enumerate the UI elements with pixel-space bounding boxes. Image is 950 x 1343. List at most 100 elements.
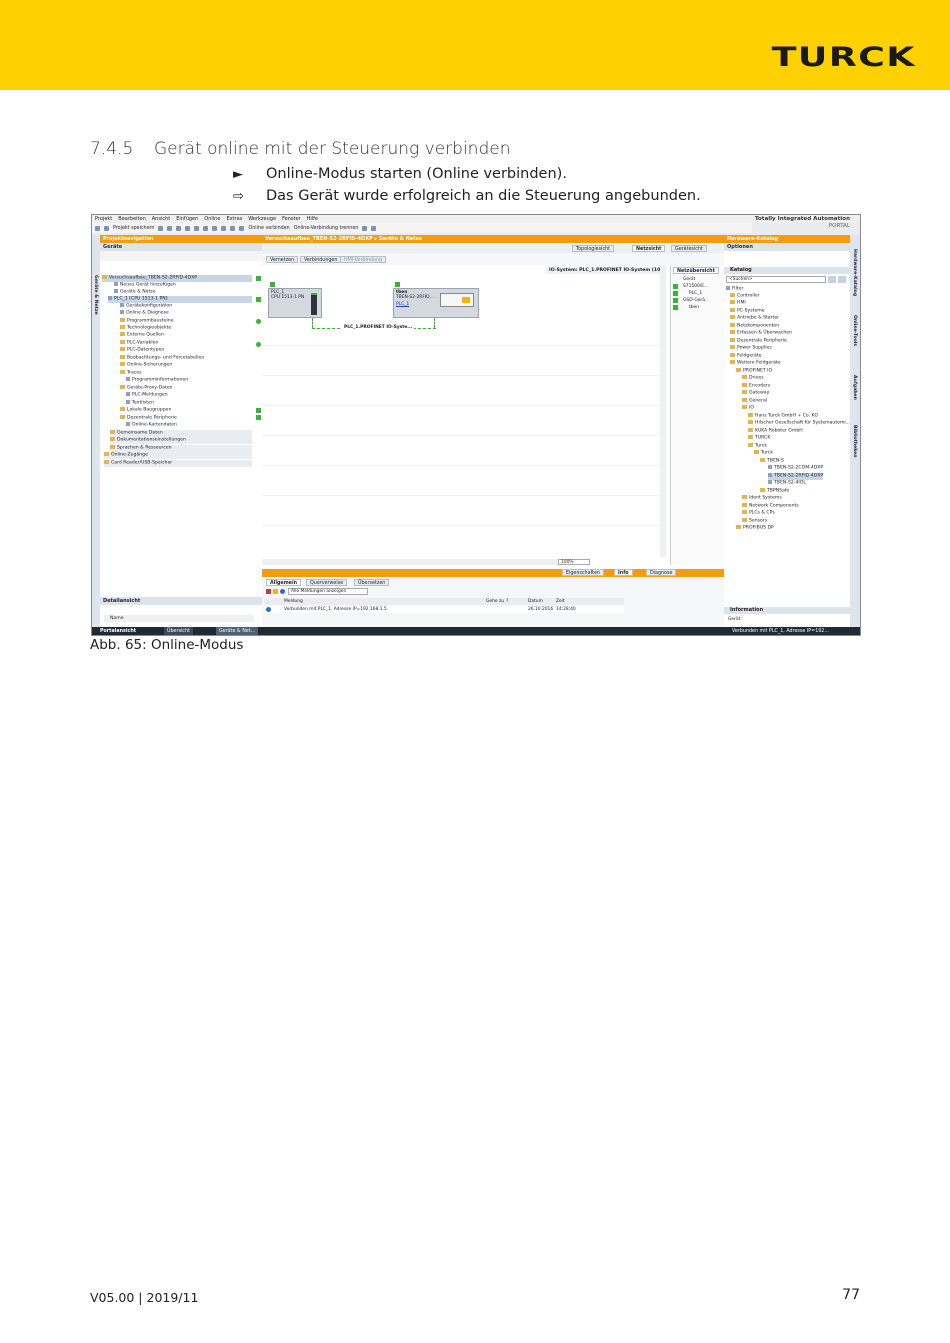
menu-ansicht[interactable]: Ansicht bbox=[152, 216, 170, 222]
tree-item-plc-datatypes[interactable]: PLC-Datentypen bbox=[120, 347, 164, 354]
open-project-icon[interactable] bbox=[104, 225, 109, 231]
subtab-translate[interactable]: Übersetzen bbox=[354, 579, 390, 586]
catalog-search[interactable]: <Suchen> bbox=[726, 276, 826, 283]
warning-filter-icon[interactable] bbox=[273, 589, 278, 594]
tree-item-program-blocks[interactable]: Programmbausteine bbox=[120, 318, 174, 325]
subtab-general[interactable]: Allgemein bbox=[266, 579, 301, 586]
catalog-item[interactable]: General bbox=[742, 398, 767, 405]
simulation-icon[interactable] bbox=[239, 225, 245, 231]
menu-projekt[interactable]: Projekt bbox=[95, 216, 112, 222]
tree-item-text-lists[interactable]: Textlisten bbox=[126, 400, 154, 407]
menu-werkzeuge[interactable]: Werkzeuge bbox=[248, 216, 276, 222]
catalog-item[interactable]: KUKA Roboter GmbH bbox=[748, 428, 803, 435]
catalog-item[interactable]: Feldgeräte bbox=[730, 353, 761, 360]
tree-item-device-config[interactable]: Gerätekonfiguration bbox=[120, 303, 172, 310]
net-row[interactable]: GSD-Gerä... bbox=[683, 298, 709, 303]
tree-item-online-access[interactable]: Online-Zugänge bbox=[104, 452, 252, 459]
connections-tool[interactable]: Verbindungen bbox=[300, 256, 342, 263]
editor-hscrollbar[interactable] bbox=[262, 559, 562, 565]
side-tab-tasks[interactable]: Aufgaben bbox=[852, 375, 857, 400]
tree-item-plc-tags[interactable]: PLC-Variablen bbox=[120, 340, 158, 347]
tree-item-technology-objects[interactable]: Technologieobjekte bbox=[120, 325, 171, 332]
catalog-item[interactable]: PLCs & CPs bbox=[742, 510, 775, 517]
plc-device[interactable]: PLC_1 CPU 1513-1 PN bbox=[268, 288, 322, 318]
catalog-item[interactable]: Ident Systems bbox=[742, 495, 782, 502]
tab-device[interactable]: Gerätesicht bbox=[671, 245, 707, 252]
side-tab-online-tools[interactable]: Online-Tools bbox=[852, 315, 857, 346]
catalog-item[interactable]: Encoders bbox=[742, 383, 770, 390]
tree-item-watch-tables[interactable]: Beobachtungs- und Forcetabellen bbox=[120, 355, 204, 362]
compile-icon[interactable] bbox=[212, 225, 218, 231]
cross-reference-icon[interactable] bbox=[371, 225, 377, 231]
catalog-item[interactable]: Power Supplies bbox=[730, 345, 772, 352]
tab-topology[interactable]: Topologiesicht bbox=[572, 245, 615, 252]
catalog-item[interactable]: TBPNSafe bbox=[760, 488, 789, 495]
tab-network[interactable]: Netzsicht bbox=[632, 245, 666, 252]
tree-item-project[interactable]: Versuchsaufbau_TBEN-S2-2RFID-4DXP bbox=[102, 275, 252, 282]
menu-online[interactable]: Online bbox=[204, 216, 220, 222]
catalog-item[interactable]: Hilscher Gesellschaft für Systemautomi..… bbox=[748, 420, 850, 427]
catalog-item[interactable]: Antriebe & Starter bbox=[730, 315, 779, 322]
menu-extras[interactable]: Extras bbox=[226, 216, 242, 222]
side-tab-devices[interactable]: Geräte & Netze bbox=[93, 275, 98, 315]
paste-icon[interactable] bbox=[176, 225, 182, 231]
info-filter-icon[interactable] bbox=[280, 589, 285, 594]
tben-device[interactable]: tben TBEN-S2-2RFID... PLC_1 bbox=[393, 288, 479, 318]
catalog-item[interactable]: TBEN-S bbox=[760, 458, 784, 465]
catalog-item[interactable]: Turck bbox=[748, 443, 767, 450]
tree-item-languages[interactable]: Sprachen & Ressourcen bbox=[110, 445, 252, 452]
side-tab-hardware-catalog[interactable]: Hardware-Katalog bbox=[852, 249, 857, 296]
catalog-item[interactable]: Netzkomponenten bbox=[730, 323, 779, 330]
side-tab-libraries[interactable]: Bibliotheken bbox=[852, 425, 857, 458]
copy-icon[interactable] bbox=[167, 225, 173, 231]
save-project-button[interactable]: Projekt speichern bbox=[113, 226, 154, 231]
menu-bearbeiten[interactable]: Bearbeiten bbox=[118, 216, 145, 222]
catalog-item[interactable]: Erfassen & Überwachen bbox=[730, 330, 792, 337]
tab-properties[interactable]: Eigenschaften bbox=[562, 569, 604, 576]
tree-item-plc[interactable]: PLC_1 [CPU 1513-1 PN] bbox=[108, 296, 252, 303]
subtab-cross-refs[interactable]: Querverweise bbox=[306, 579, 348, 586]
catalog-item[interactable]: Network Components bbox=[742, 503, 799, 510]
tree-item-add-device[interactable]: Neues Gerät hinzufügen bbox=[114, 282, 176, 289]
catalog-item[interactable]: HMI bbox=[730, 300, 746, 307]
catalog-item[interactable]: PROFIBUS DP bbox=[736, 525, 774, 532]
tree-item-doc-settings[interactable]: Dokumentationseinstellungen bbox=[110, 437, 252, 444]
menu-fenster[interactable]: Fenster bbox=[282, 216, 301, 222]
catalog-item[interactable]: Hans Turck GmbH + Co. KG bbox=[748, 413, 818, 420]
detail-view-header[interactable]: Detailansicht bbox=[100, 597, 262, 605]
catalog-item[interactable]: PC-Systeme bbox=[730, 308, 765, 315]
tab-info[interactable]: Info bbox=[614, 569, 633, 576]
cut-icon[interactable] bbox=[158, 225, 164, 231]
tree-item-online-card-data[interactable]: Online-Kartendaten bbox=[126, 422, 177, 429]
new-project-icon[interactable] bbox=[95, 225, 100, 231]
tben-plc-link[interactable]: PLC_1 bbox=[396, 302, 409, 307]
catalog-item[interactable]: IO bbox=[742, 405, 754, 412]
menu-einfuegen[interactable]: Einfügen bbox=[176, 216, 198, 222]
search-next-icon[interactable] bbox=[828, 276, 836, 283]
delete-icon[interactable] bbox=[185, 225, 191, 231]
catalog-item[interactable]: TURCK bbox=[748, 435, 770, 442]
tree-item-local-modules[interactable]: Lokale Baugruppen bbox=[120, 407, 171, 414]
tree-item-devices-networks[interactable]: Geräte & Netze bbox=[114, 289, 156, 296]
message-filter-select[interactable]: Alle Meldungen anzeigen bbox=[288, 588, 368, 595]
catalog-item[interactable]: TBEN-S2-4IOL bbox=[768, 480, 806, 487]
menu-hilfe[interactable]: Hilfe bbox=[307, 216, 318, 222]
catalog-item[interactable]: Drives bbox=[742, 375, 764, 382]
catalog-item[interactable]: Gateway bbox=[742, 390, 769, 397]
overview-button[interactable]: Übersicht bbox=[164, 627, 193, 635]
net-row[interactable]: PLC_1 bbox=[689, 291, 702, 296]
download-icon[interactable] bbox=[221, 225, 227, 231]
tree-item-online-diagnosis[interactable]: Online & Diagnose bbox=[120, 310, 169, 317]
error-filter-icon[interactable] bbox=[266, 589, 271, 594]
upload-icon[interactable] bbox=[230, 225, 236, 231]
message-row[interactable]: Verbunden mit PLC_1, Adresse IP=192.168.… bbox=[264, 606, 624, 613]
undo-icon[interactable] bbox=[194, 225, 200, 231]
tree-item-traces[interactable]: Traces bbox=[120, 370, 142, 377]
catalog-item[interactable]: Turck bbox=[754, 450, 773, 457]
search-prev-icon[interactable] bbox=[838, 276, 846, 283]
go-offline-button[interactable]: Online-Verbindung trennen bbox=[294, 226, 359, 231]
tree-item-plc-messages[interactable]: PLC-Meldungen bbox=[126, 392, 168, 399]
catalog-info-header[interactable]: Information bbox=[724, 607, 850, 614]
net-row[interactable]: tben bbox=[689, 305, 699, 310]
portal-view-button[interactable]: Portalansicht bbox=[100, 627, 136, 635]
